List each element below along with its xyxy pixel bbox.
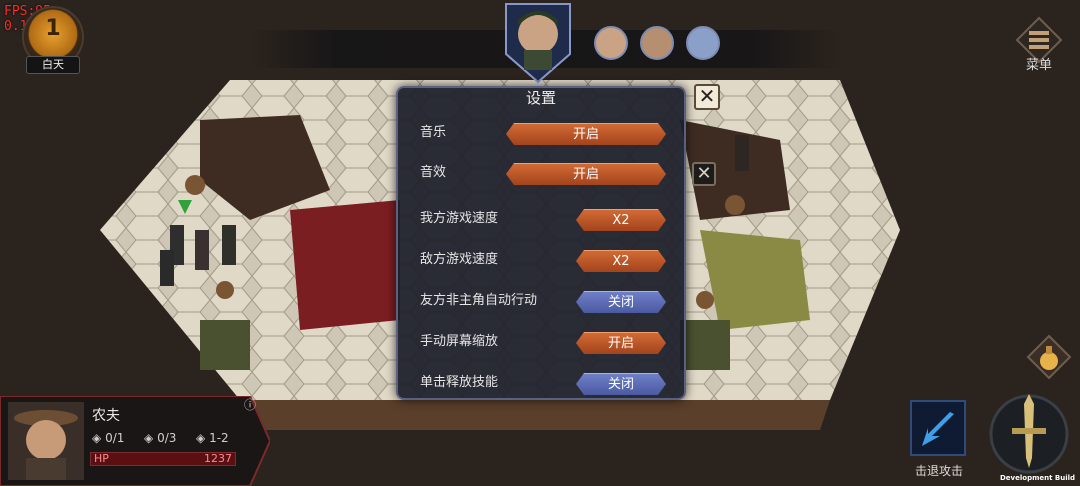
active-unit-portrait[interactable] (502, 0, 574, 84)
hp-label: HP (94, 452, 109, 465)
tap-skill-value: 关闭 (607, 377, 634, 392)
setting-label-enemy-speed: 敌方游戏速度 (420, 252, 499, 267)
close-icon: ✕ (696, 163, 712, 184)
manual-zoom-toggle[interactable]: 开启 (576, 332, 666, 354)
setting-label-ally-auto: 友方非主角自动行动 (420, 293, 538, 308)
knockback-arrow-icon (922, 412, 954, 446)
character-name: 农夫 (92, 408, 120, 424)
skill-label: 击退攻击 (914, 464, 963, 478)
menu-label: 菜单 (1025, 58, 1052, 73)
manual-zoom-value: 开启 (607, 336, 634, 351)
game-screen: FPS:95 0.1.8 1 白天 菜单 设置 ✕ ✕ 音乐 开启 音效 开启 … (0, 0, 1080, 486)
setting-label-music: 音乐 (420, 125, 447, 140)
sfx-toggle[interactable]: 开启 (506, 163, 666, 185)
development-build-label: Development Build (1000, 474, 1076, 482)
hp-value: 1237 (204, 452, 232, 465)
sfx-toggle-value: 开启 (572, 167, 599, 182)
character-panel[interactable] (0, 396, 270, 486)
stat-range-value: 1-2 (209, 431, 229, 445)
range-icon: ◈ (196, 431, 206, 445)
stat-action-value: 0/3 (157, 431, 177, 445)
boot-icon: ◈ (144, 431, 154, 445)
unit-portrait-avatar[interactable] (640, 26, 674, 60)
stat-action: ◈ 0/3 (144, 431, 176, 445)
close-settings-button[interactable]: ✕ (694, 84, 720, 110)
enemy-speed-toggle[interactable]: X2 (576, 250, 666, 272)
unit-portrait-avatar[interactable] (594, 26, 628, 60)
end-turn-button[interactable] (986, 388, 1072, 478)
stat-move: ◈ 0/1 (92, 431, 124, 445)
enemy-speed-value: X2 (612, 254, 630, 269)
music-toggle[interactable]: 开启 (506, 123, 666, 145)
settings-title: 设置 (525, 89, 556, 107)
knockback-skill-button[interactable] (910, 400, 966, 456)
tap-skill-toggle[interactable]: 关闭 (576, 373, 666, 395)
stat-move-value: 0/1 (105, 431, 125, 445)
setting-label-manual-zoom: 手动屏幕缩放 (420, 334, 499, 349)
ally-auto-value: 关闭 (607, 295, 634, 310)
day-number: 1 (45, 16, 61, 41)
ally-speed-value: X2 (612, 213, 630, 228)
stat-range: ◈ 1-2 (196, 431, 229, 445)
ally-auto-toggle[interactable]: 关闭 (576, 291, 666, 313)
setting-label-ally-speed: 我方游戏速度 (420, 211, 499, 226)
ally-speed-toggle[interactable]: X2 (576, 209, 666, 231)
close-secondary-button[interactable]: ✕ (692, 162, 716, 186)
close-icon: ✕ (698, 84, 716, 108)
setting-label-sfx: 音效 (420, 165, 447, 180)
setting-label-tap-skill: 单击释放技能 (420, 375, 499, 390)
unit-portrait-avatar[interactable] (686, 26, 720, 60)
move-icon: ◈ (92, 431, 102, 445)
music-toggle-value: 开启 (572, 127, 599, 142)
potion-button[interactable] (1026, 334, 1072, 380)
info-icon[interactable]: ⓘ (244, 396, 256, 412)
day-label: 白天 (26, 56, 80, 74)
